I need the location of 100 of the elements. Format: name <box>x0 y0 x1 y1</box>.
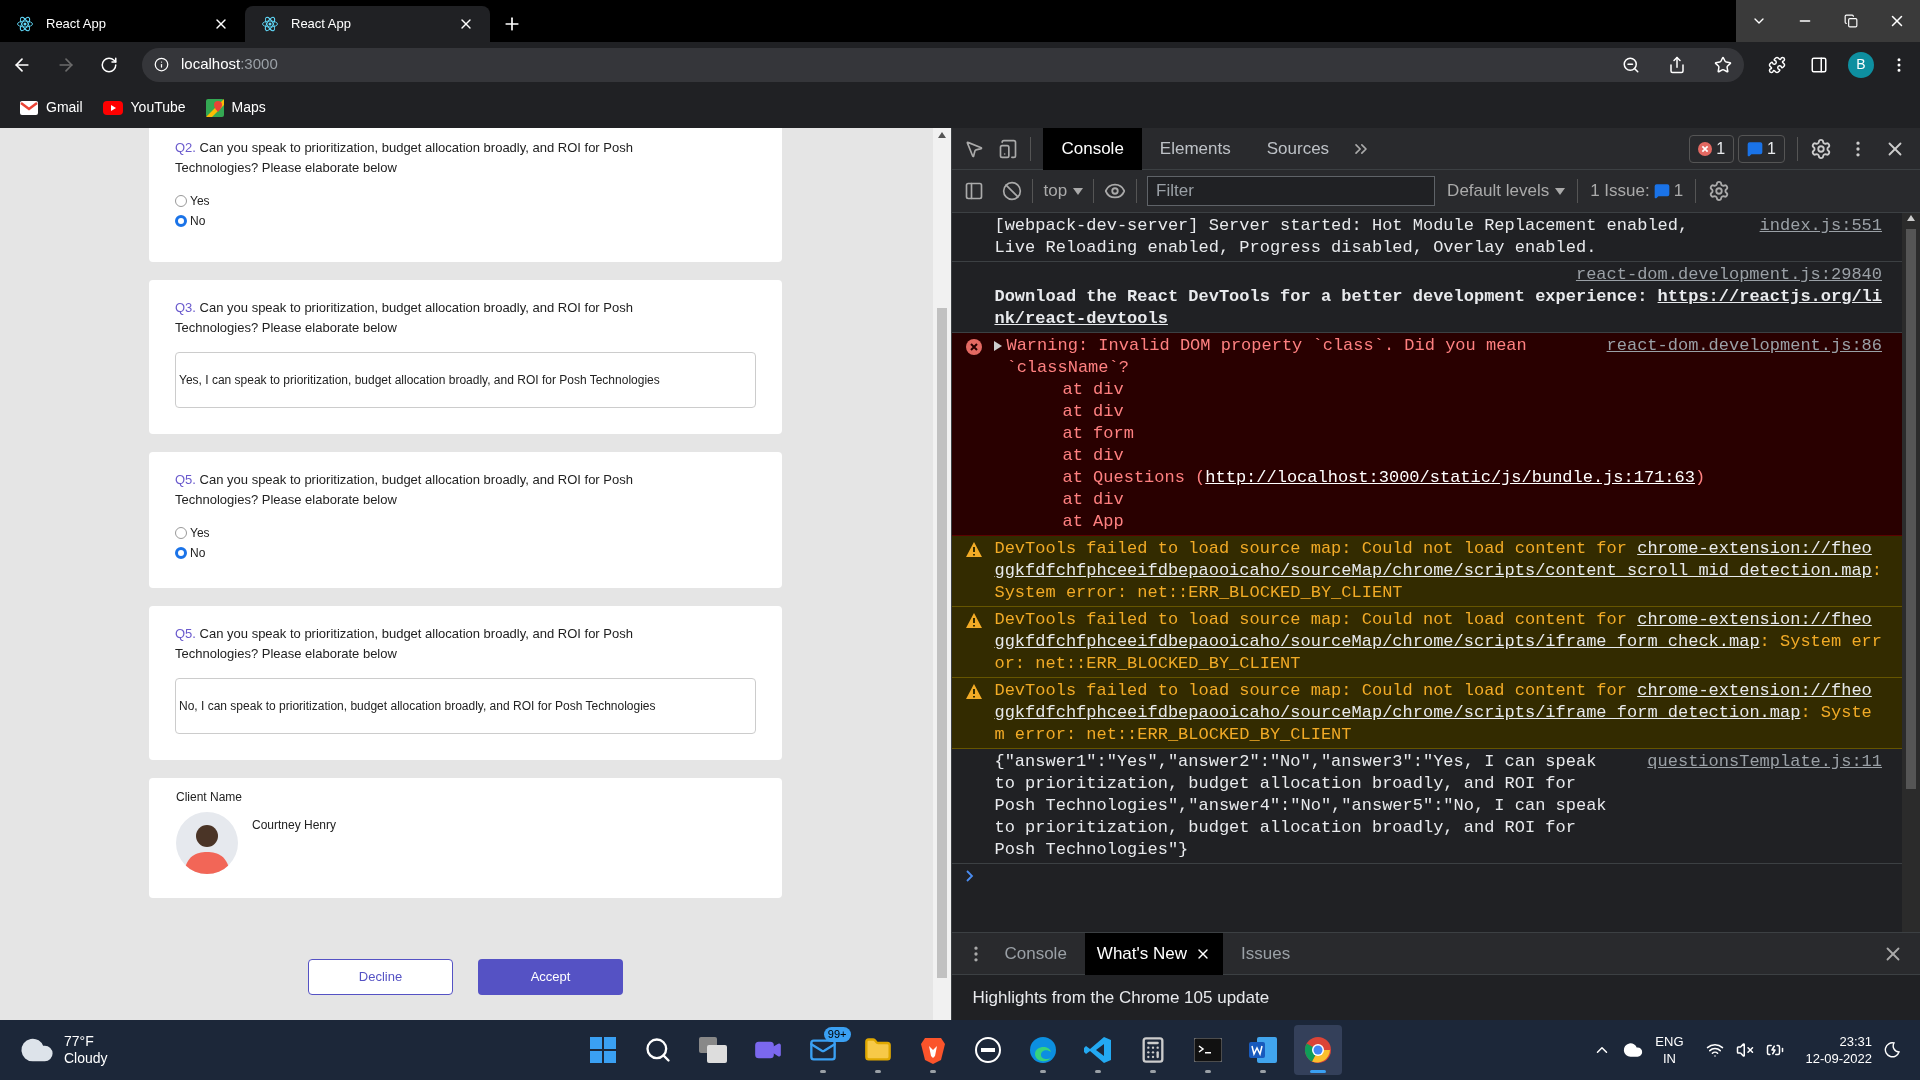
issues-button[interactable]: 1 Issue: 1 <box>1590 178 1684 204</box>
error-count-badge[interactable]: 1 <box>1689 134 1735 163</box>
browser-tab[interactable]: React App <box>245 6 490 42</box>
drawer-content-text: Highlights from the Chrome 105 update <box>972 986 1270 1009</box>
source-link[interactable]: react-dom.development.js:29840 <box>1575 264 1882 286</box>
console-scrollbar[interactable] <box>1902 213 1920 932</box>
zoom-icon[interactable] <box>1622 55 1640 74</box>
answer-field[interactable]: No, I can speak to prioritization, budget allocation broadly, and ROI for Posh Technologies <box>175 678 756 734</box>
taskbar-app[interactable] <box>1293 1025 1342 1075</box>
console-settings-icon[interactable] <box>1708 180 1731 202</box>
error-icon <box>1698 141 1713 156</box>
devtools-tab[interactable]: Sources <box>1248 127 1348 170</box>
radio-option[interactable]: Yes <box>175 524 210 542</box>
bookmark[interactable]: Gmail <box>20 97 83 118</box>
browser-logo-icon <box>1303 1036 1332 1064</box>
folder-icon <box>863 1036 892 1064</box>
tab-title: React App <box>46 15 107 34</box>
clock-date[interactable]: 12-09-2022 <box>1805 1050 1872 1067</box>
stack-line: at form <box>1061 423 1134 445</box>
message-text: {"answer1":"Yes","answer2":"No","answer3":"Yes, I can speak to prioritization, budget allocation broadly, and ROI for Posh Technologies","answer4":"No","answer5":"No, I can speak to prioritization, budget allocation broadly, and ROI for Posh Technologies"} <box>994 751 1608 861</box>
reload-icon[interactable] <box>100 55 118 74</box>
radio-option[interactable]: No <box>175 212 206 230</box>
warning-icon <box>966 542 983 557</box>
weather-condition-text: Cloudy <box>64 1050 108 1067</box>
question-text: Q2. Can you speak to prioritization, budget allocation broadly, and ROI for Posh Technologies? Please elaborate below <box>175 139 634 177</box>
dropdown-caret-icon <box>1073 187 1084 195</box>
question-text: Q5. Can you speak to prioritization, budget allocation broadly, and ROI for Posh Technologies? Please elaborate below <box>175 625 634 663</box>
source-link[interactable]: react-dom.development.js:86 <box>1606 335 1882 357</box>
message-text: Download the React DevTools for a better development experience: https://reactjs.org/link/react-devtools <box>994 286 1882 330</box>
stack-line: at div <box>1061 445 1124 467</box>
play-icon <box>102 100 123 115</box>
region-text[interactable]: IN <box>1662 1050 1676 1067</box>
document-icon <box>1248 1037 1277 1063</box>
drawer-tab[interactable]: Console <box>992 932 1079 975</box>
volume-muted-icon[interactable] <box>1735 1041 1754 1059</box>
source-link[interactable]: questionsTemplate.js:11 <box>1647 751 1882 773</box>
scrollbar[interactable] <box>933 128 952 1020</box>
wifi-icon[interactable] <box>1705 1041 1724 1059</box>
warning-icon <box>966 684 983 699</box>
radio-option[interactable]: Yes <box>175 192 210 210</box>
device-toolbar-icon[interactable] <box>998 138 1019 159</box>
react-logo-icon <box>16 15 34 33</box>
windows-stack-icon <box>698 1037 727 1063</box>
bookmark-label: Gmail <box>46 98 83 117</box>
scroll-up-icon[interactable] <box>1907 215 1915 221</box>
share-icon[interactable] <box>1668 55 1686 74</box>
bookmark[interactable]: Maps <box>205 97 266 118</box>
url-text: localhost:3000 <box>181 54 278 75</box>
message-text: [webpack-dev-server] Server started: Hot Module Replacement enabled, Live Reloading enabled, Progress disabled, Overlay enabled. <box>994 215 1690 259</box>
prompt-chevron-icon[interactable] <box>966 870 975 882</box>
devtools-tab[interactable]: Console <box>1043 127 1142 170</box>
tab-title: React App <box>291 15 352 34</box>
message-text: DevTools failed to load source map: Could not load content for chrome-extension://fheoggkfdfchfphceeifdbepaooicaho/sourceMap/chrome/scripts/iframe_form_detection.map: System error: net::ERR_BLOCKED_BY_CLIENT <box>994 680 1873 746</box>
message-text: DevTools failed to load source map: Could not load content for chrome-extension://fheoggkfdfchfphceeifdbepaooicaho/sourceMap/chrome/scripts/iframe_form_check.map: System error: net::ERR_BLOCKED_BY_CLIENT <box>994 609 1882 675</box>
windows-logo-icon <box>588 1036 617 1064</box>
context-dropdown[interactable]: top <box>1043 178 1084 204</box>
settings-icon[interactable] <box>1810 137 1832 160</box>
map-pin-icon <box>205 98 224 117</box>
shield-icon <box>920 1036 945 1064</box>
address-bar[interactable]: localhost:3000 <box>142 47 1744 82</box>
drawer-tab[interactable]: What's New <box>1084 932 1223 975</box>
ring-logo-icon <box>973 1036 1002 1064</box>
profile-avatar[interactable]: B <box>1848 51 1874 78</box>
dropdown-caret-icon <box>1555 187 1566 195</box>
message-count-badge[interactable]: 1 <box>1738 134 1785 163</box>
search-icon <box>643 1036 672 1064</box>
bookmark-star-icon[interactable] <box>1714 55 1732 74</box>
warning-icon <box>966 613 983 628</box>
stack-line: at App <box>1061 511 1124 533</box>
extensions-icon[interactable] <box>1768 55 1786 74</box>
wave-logo-icon <box>1028 1036 1057 1064</box>
clear-console-icon[interactable] <box>1002 181 1023 201</box>
stack-line: at div <box>1061 401 1124 423</box>
restore-icon[interactable] <box>1844 14 1858 28</box>
bookmark-label: YouTube <box>130 98 186 117</box>
temperature-text: 77°F <box>64 1033 95 1050</box>
side-panel-icon[interactable] <box>1810 55 1828 74</box>
expand-arrow-icon[interactable] <box>994 341 1003 351</box>
source-link[interactable]: index.js:551 <box>1759 215 1882 237</box>
bookmark[interactable]: YouTube <box>102 97 186 118</box>
decline-button[interactable]: Decline <box>308 959 453 995</box>
notification-moon-icon[interactable] <box>1884 1042 1900 1058</box>
levels-dropdown[interactable]: Default levels <box>1447 178 1566 204</box>
drawer-tab[interactable]: Issues <box>1229 932 1303 975</box>
accept-button[interactable]: Accept <box>478 959 623 995</box>
filter-field[interactable]: Filter <box>1147 176 1436 206</box>
client-name: Courtney Henry <box>252 817 337 834</box>
stack-line: at div <box>1061 489 1124 511</box>
answer-field[interactable]: Yes, I can speak to prioritization, budget allocation broadly, and ROI for Posh Technologies <box>175 352 756 408</box>
sidebar-toggle-icon[interactable] <box>964 181 985 201</box>
bookmark-label: Maps <box>231 98 266 117</box>
cloud-icon[interactable] <box>1623 1040 1644 1060</box>
devtools-tab[interactable]: Elements <box>1141 127 1249 170</box>
message-text: Warning: Invalid DOM property `class`. Did you mean `className`? <box>1006 335 1528 379</box>
scroll-up-icon[interactable] <box>938 132 947 138</box>
language-text[interactable]: ENG <box>1655 1033 1684 1050</box>
mail-envelope-icon <box>20 100 38 115</box>
clock-time[interactable]: 23:31 <box>1839 1033 1872 1050</box>
radio-option[interactable]: No <box>175 544 206 562</box>
info-icon <box>154 57 169 72</box>
